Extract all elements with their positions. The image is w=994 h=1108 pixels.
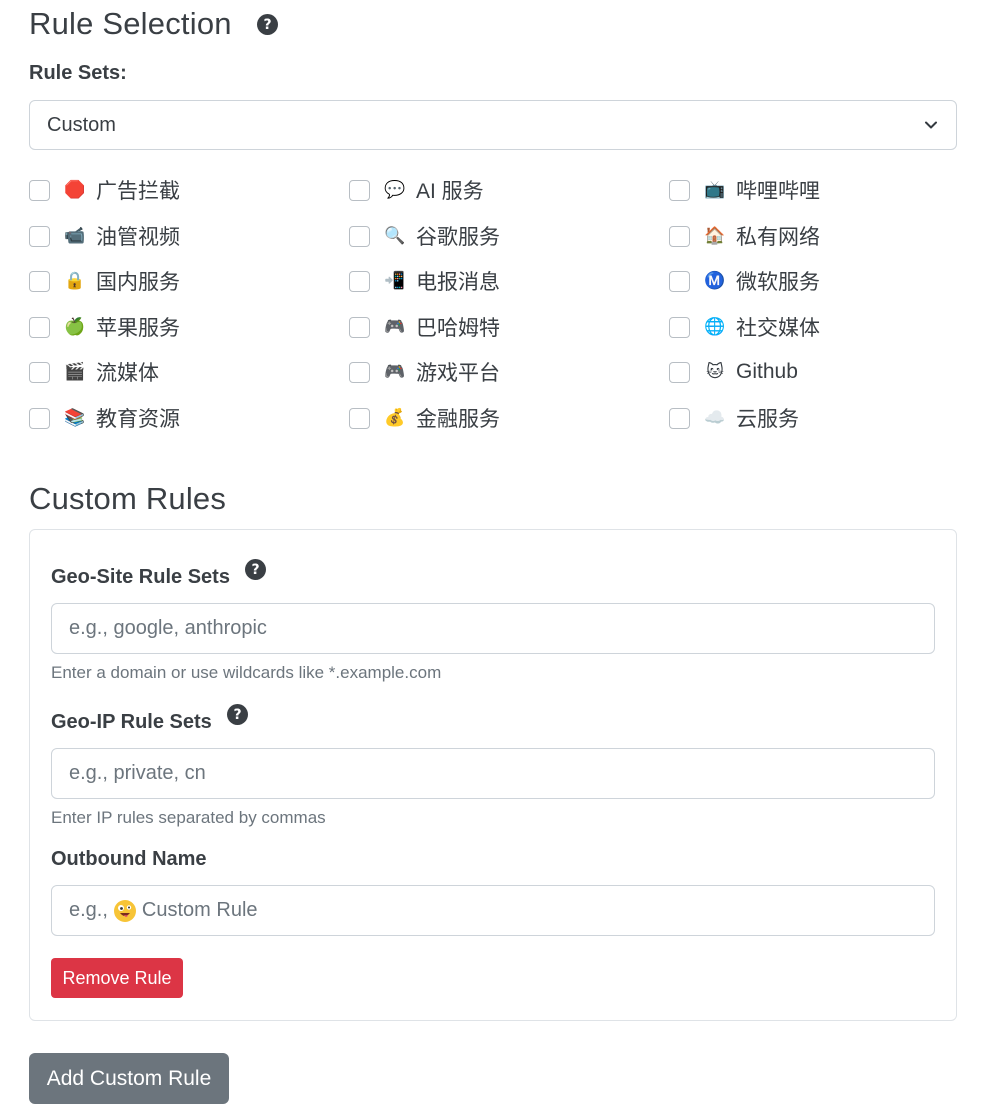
geo-site-input[interactable]: e.g., google, anthropic [51,603,935,654]
rule-set-checkbox[interactable] [349,225,370,247]
rule-set-checkbox[interactable] [349,179,370,201]
rule-set-label: 国内服务 [96,271,180,294]
rule-set-option[interactable]: 🔍 谷歌服务 [349,213,500,259]
geo-site-label: Geo-Site Rule Sets [51,566,230,588]
mobile-phone-arrow-icon: 📲 [384,271,406,290]
chevron-down-icon [925,121,937,129]
rule-set-checkbox[interactable] [29,270,50,292]
rule-set-option[interactable]: ☁️ 云服务 [669,395,799,441]
rule-set-checkbox[interactable] [29,225,50,247]
geo-site-help-icon[interactable]: ? [245,559,266,580]
rule-set-checkbox[interactable] [669,270,690,292]
rule-set-option[interactable]: 🐱 Github [669,349,798,395]
rule-set-label: AI 服务 [416,180,484,203]
magnifier-icon: 🔍 [384,226,406,245]
rule-set-label: 微软服务 [736,271,820,294]
remove-rule-button[interactable]: Remove Rule [51,958,183,998]
tv-icon: 📺 [704,180,726,199]
rule-set-option[interactable]: 📺 哔哩哔哩 [669,167,820,213]
rule-set-checkbox[interactable] [669,179,690,201]
geo-ip-input[interactable]: e.g., private, cn [51,748,935,799]
rule-set-option[interactable]: 🎮 巴哈姆特 [349,304,500,350]
add-custom-rule-button[interactable]: Add Custom Rule [29,1053,229,1104]
rule-set-checkbox[interactable] [349,407,370,429]
video-camera-icon: 📹 [64,226,86,245]
rule-set-option[interactable]: 📲 电报消息 [349,258,500,304]
geo-ip-help-icon[interactable]: ? [227,704,248,725]
custom-rule-card: Geo-Site Rule Sets ? e.g., google, anthr… [29,529,957,1021]
rule-set-option[interactable]: 💬 AI 服务 [349,167,484,213]
rule-set-label: 谷歌服务 [416,226,500,249]
rule-set-label: 哔哩哔哩 [736,180,820,203]
rule-set-option[interactable]: 🍏 苹果服务 [29,304,180,350]
rule-set-option[interactable]: 🔒 国内服务 [29,258,180,304]
geo-ip-label: Geo-IP Rule Sets [51,711,212,733]
rule-set-checkbox[interactable] [29,407,50,429]
help-icon[interactable]: ? [257,14,278,35]
rule-set-checkbox[interactable] [669,225,690,247]
rule-set-option[interactable]: 🛑 广告拦截 [29,167,180,213]
lock-icon: 🔒 [64,271,86,290]
geo-site-help-text: Enter a domain or use wildcards like *.e… [51,663,442,682]
rule-set-option[interactable]: 🎬 流媒体 [29,349,159,395]
game-controller-icon: 🎮 [384,362,406,381]
rule-set-option[interactable]: 💰 金融服务 [349,395,500,441]
house-icon: 🏠 [704,226,726,245]
geo-ip-placeholder: e.g., private, cn [69,762,206,784]
outbound-placeholder-prefix: e.g., [69,899,108,921]
rule-set-option[interactable]: 🌐 社交媒体 [669,304,820,350]
speech-bubble-icon: 💬 [384,180,406,199]
outbound-placeholder-suffix: Custom Rule [141,899,258,921]
rule-set-checkbox[interactable] [29,179,50,201]
rule-set-label: 社交媒体 [736,317,820,340]
globe-icon: 🌐 [704,317,726,336]
rule-set-option[interactable]: 📹 油管视频 [29,213,180,259]
rule-set-checkbox[interactable] [669,316,690,338]
stop-sign-icon: 🛑 [64,180,86,199]
geo-ip-help-text: Enter IP rules separated by commas [51,808,326,827]
cat-face-icon: 🐱 [706,362,724,381]
outbound-name-input[interactable]: e.g., Custom Rule [51,885,935,936]
rule-set-option[interactable]: 📚 教育资源 [29,395,180,441]
m-circle-icon: Ⓜ️ [704,271,726,290]
books-icon: 📚 [64,408,86,427]
rule-set-option[interactable]: 🎮 游戏平台 [349,349,500,395]
rule-set-checkbox[interactable] [349,270,370,292]
rule-set-label: 金融服务 [416,408,500,431]
rule-set-label: 云服务 [736,408,799,431]
custom-rules-title: Custom Rules [29,481,227,516]
cloud-icon: ☁️ [704,408,726,427]
rule-set-label: 广告拦截 [96,180,180,203]
rule-set-label: 游戏平台 [416,362,500,385]
money-bag-icon: 💰 [384,408,406,427]
rule-sets-label: Rule Sets: [29,62,127,84]
rule-set-label: 流媒体 [96,362,159,385]
rule-set-label: Github [736,360,798,383]
game-controller-icon: 🎮 [384,317,406,336]
outbound-name-label: Outbound Name [51,848,207,870]
apple-icon: 🍏 [64,317,86,336]
rule-set-label: 苹果服务 [96,317,180,340]
rule-set-label: 油管视频 [96,226,180,249]
rule-set-checkbox[interactable] [349,316,370,338]
rule-set-checkbox[interactable] [669,407,690,429]
rule-set-checkbox[interactable] [29,361,50,383]
geo-site-placeholder: e.g., google, anthropic [69,617,267,639]
zany-face-icon [113,899,136,922]
rule-set-label: 巴哈姆特 [416,317,500,340]
clapperboard-icon: 🎬 [64,362,86,381]
rule-set-option[interactable]: 🏠 私有网络 [669,213,820,259]
rule-set-option[interactable]: Ⓜ️ 微软服务 [669,258,820,304]
rule-set-checkbox[interactable] [349,361,370,383]
rule-sets-select[interactable]: Custom [29,100,957,150]
rule-selection-title: Rule Selection [29,6,232,41]
rule-set-checkbox[interactable] [29,316,50,338]
rule-sets-selected-value: Custom [47,113,116,136]
rule-set-label: 私有网络 [736,226,820,249]
rule-set-checkbox[interactable] [669,361,690,383]
rule-set-label: 教育资源 [96,408,180,431]
rule-set-label: 电报消息 [416,271,500,294]
